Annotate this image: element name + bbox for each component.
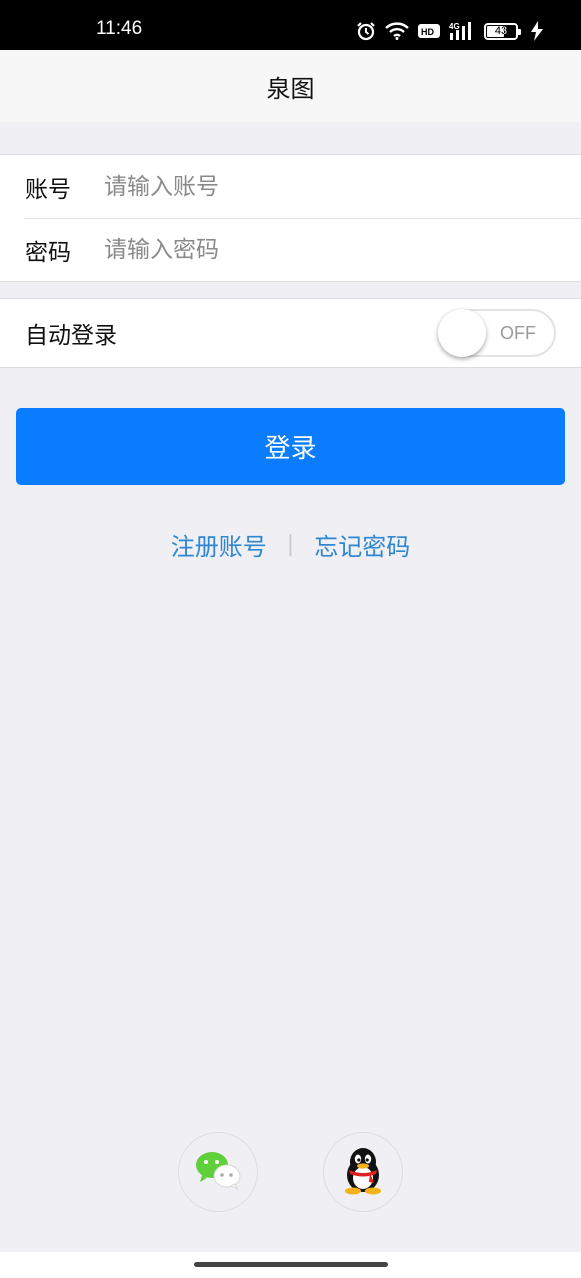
status-icons: HD 4G 43 (356, 20, 543, 42)
login-form: 账号 密码 (0, 154, 581, 282)
forgot-password-link[interactable]: 忘记密码 (314, 527, 410, 562)
status-bar: 11:46 HD 4G 43 (0, 0, 581, 50)
hd-label: HD (421, 27, 434, 37)
charging-icon (531, 21, 543, 41)
auto-login-label: 自动登录 (25, 323, 117, 349)
account-row: 账号 (0, 155, 581, 218)
signal-4g-icon: 4G (449, 21, 475, 41)
register-link[interactable]: 注册账号 (171, 527, 267, 562)
nav-bar: 泉图 (0, 50, 581, 122)
toggle-state-label: OFF (500, 323, 536, 343)
home-indicator[interactable] (194, 1262, 388, 1267)
wechat-icon (194, 1150, 242, 1194)
account-links: 注册账号 | 忘记密码 (0, 524, 581, 564)
battery-icon: 43 (484, 22, 521, 40)
password-label: 密码 (25, 239, 71, 266)
link-separator: | (286, 531, 295, 557)
password-input[interactable] (104, 236, 581, 263)
toggle-knob (438, 309, 486, 357)
alarm-icon (356, 21, 376, 41)
battery-level: 43 (494, 25, 508, 37)
auto-login-row: 自动登录 OFF (0, 298, 581, 368)
wifi-icon (385, 22, 409, 40)
network-label: 4G (449, 22, 460, 31)
wechat-login-button[interactable] (178, 1132, 258, 1212)
hd-icon: HD (418, 23, 440, 39)
qq-login-button[interactable] (323, 1132, 403, 1212)
auto-login-toggle[interactable]: OFF (438, 309, 556, 357)
account-input[interactable] (104, 173, 581, 200)
home-bar (0, 1252, 581, 1278)
status-time: 11:46 (96, 18, 143, 39)
page-title: 泉图 (266, 74, 315, 103)
password-row: 密码 (0, 218, 581, 281)
login-button[interactable]: 登录 (16, 408, 565, 485)
qq-icon (340, 1145, 386, 1199)
account-label: 账号 (25, 176, 71, 203)
